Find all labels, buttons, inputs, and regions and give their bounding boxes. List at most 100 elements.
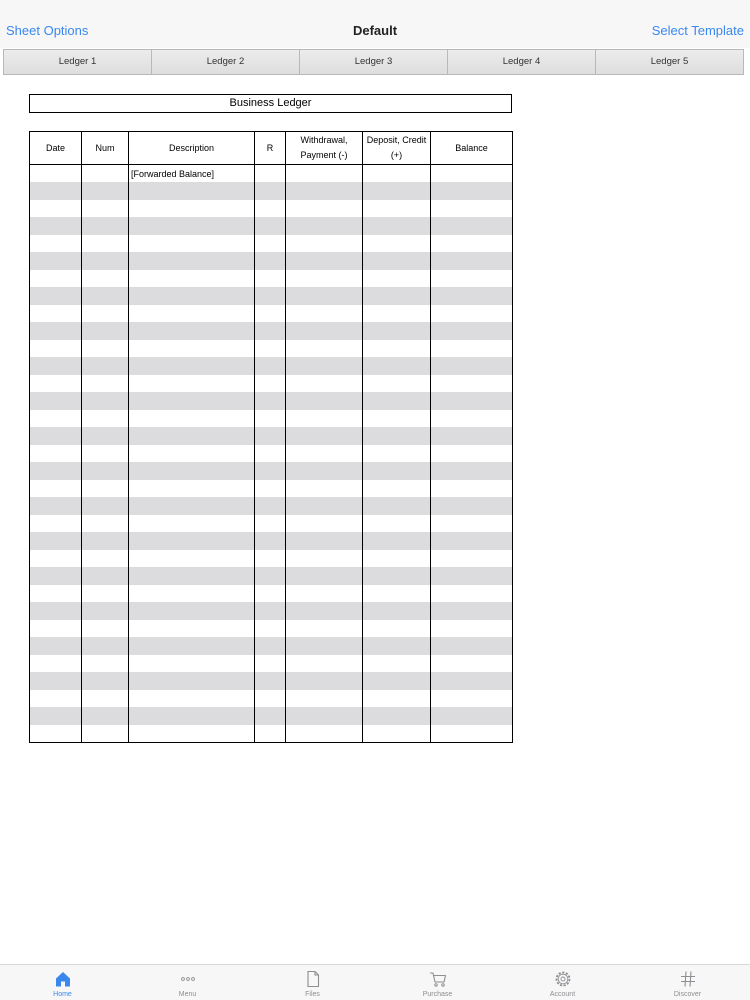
cell-deposit[interactable] xyxy=(362,322,431,340)
cell-deposit[interactable] xyxy=(362,252,431,270)
cell-deposit[interactable] xyxy=(362,409,431,427)
cell-description[interactable] xyxy=(128,269,255,287)
cell-date[interactable] xyxy=(29,532,82,550)
cell-deposit[interactable] xyxy=(362,462,431,480)
cell-withdrawal[interactable] xyxy=(285,479,363,497)
cell-deposit[interactable] xyxy=(362,199,431,217)
cell-withdrawal[interactable] xyxy=(285,409,363,427)
cell-r[interactable] xyxy=(254,287,286,305)
cell-deposit[interactable] xyxy=(362,269,431,287)
cell-deposit[interactable] xyxy=(362,304,431,322)
cell-description[interactable] xyxy=(128,339,255,357)
cell-num[interactable] xyxy=(81,374,129,392)
cell-r[interactable] xyxy=(254,322,286,340)
cell-balance[interactable] xyxy=(430,287,513,305)
tab-ledger-1[interactable]: Ledger 1 xyxy=(4,50,152,74)
cell-date[interactable] xyxy=(29,164,82,182)
select-template-button[interactable]: Select Template xyxy=(652,23,744,38)
cell-r[interactable] xyxy=(254,374,286,392)
cell-date[interactable] xyxy=(29,724,82,743)
cell-date[interactable] xyxy=(29,427,82,445)
cell-description[interactable] xyxy=(128,724,255,743)
cell-num[interactable] xyxy=(81,584,129,602)
cell-description[interactable] xyxy=(128,427,255,445)
cell-deposit[interactable] xyxy=(362,497,431,515)
cell-date[interactable] xyxy=(29,654,82,672)
cell-r[interactable] xyxy=(254,724,286,743)
cell-r[interactable] xyxy=(254,637,286,655)
cell-balance[interactable] xyxy=(430,392,513,410)
cell-r[interactable] xyxy=(254,672,286,690)
cell-num[interactable] xyxy=(81,637,129,655)
cell-num[interactable] xyxy=(81,672,129,690)
cell-description[interactable] xyxy=(128,409,255,427)
cell-balance[interactable] xyxy=(430,584,513,602)
cell-date[interactable] xyxy=(29,234,82,252)
cell-withdrawal[interactable] xyxy=(285,392,363,410)
cell-num[interactable] xyxy=(81,514,129,532)
tab-ledger-3[interactable]: Ledger 3 xyxy=(300,50,448,74)
cell-balance[interactable] xyxy=(430,357,513,375)
cell-r[interactable] xyxy=(254,462,286,480)
cell-withdrawal[interactable] xyxy=(285,567,363,585)
cell-description[interactable] xyxy=(128,217,255,235)
cell-withdrawal[interactable] xyxy=(285,584,363,602)
cell-date[interactable] xyxy=(29,252,82,270)
cell-num[interactable] xyxy=(81,199,129,217)
cell-num[interactable] xyxy=(81,234,129,252)
cell-date[interactable] xyxy=(29,584,82,602)
cell-withdrawal[interactable] xyxy=(285,689,363,707)
cell-num[interactable] xyxy=(81,444,129,462)
cell-deposit[interactable] xyxy=(362,164,431,182)
cell-balance[interactable] xyxy=(430,374,513,392)
cell-deposit[interactable] xyxy=(362,374,431,392)
tab-home[interactable]: Home xyxy=(0,965,125,1000)
cell-withdrawal[interactable] xyxy=(285,182,363,200)
cell-withdrawal[interactable] xyxy=(285,672,363,690)
cell-r[interactable] xyxy=(254,479,286,497)
cell-date[interactable] xyxy=(29,602,82,620)
cell-balance[interactable] xyxy=(430,479,513,497)
cell-date[interactable] xyxy=(29,392,82,410)
cell-withdrawal[interactable] xyxy=(285,374,363,392)
cell-num[interactable] xyxy=(81,479,129,497)
cell-description[interactable] xyxy=(128,584,255,602)
cell-num[interactable] xyxy=(81,532,129,550)
cell-withdrawal[interactable] xyxy=(285,304,363,322)
cell-balance[interactable] xyxy=(430,724,513,743)
cell-description[interactable] xyxy=(128,497,255,515)
cell-description[interactable] xyxy=(128,444,255,462)
cell-balance[interactable] xyxy=(430,217,513,235)
cell-num[interactable] xyxy=(81,182,129,200)
cell-date[interactable] xyxy=(29,357,82,375)
cell-balance[interactable] xyxy=(430,619,513,637)
cell-num[interactable] xyxy=(81,549,129,567)
cell-withdrawal[interactable] xyxy=(285,339,363,357)
cell-num[interactable] xyxy=(81,217,129,235)
cell-deposit[interactable] xyxy=(362,584,431,602)
cell-deposit[interactable] xyxy=(362,339,431,357)
cell-r[interactable] xyxy=(254,549,286,567)
cell-description[interactable] xyxy=(128,462,255,480)
cell-description[interactable] xyxy=(128,304,255,322)
cell-balance[interactable] xyxy=(430,234,513,252)
cell-r[interactable] xyxy=(254,164,286,182)
cell-balance[interactable] xyxy=(430,514,513,532)
cell-balance[interactable] xyxy=(430,339,513,357)
cell-withdrawal[interactable] xyxy=(285,602,363,620)
tab-files[interactable]: Files xyxy=(250,965,375,1000)
cell-deposit[interactable] xyxy=(362,392,431,410)
cell-num[interactable] xyxy=(81,409,129,427)
cell-r[interactable] xyxy=(254,357,286,375)
cell-num[interactable] xyxy=(81,287,129,305)
column-header-balance[interactable]: Balance xyxy=(430,131,513,165)
cell-r[interactable] xyxy=(254,444,286,462)
cell-deposit[interactable] xyxy=(362,514,431,532)
cell-deposit[interactable] xyxy=(362,689,431,707)
cell-withdrawal[interactable] xyxy=(285,637,363,655)
cell-description[interactable] xyxy=(128,182,255,200)
cell-deposit[interactable] xyxy=(362,532,431,550)
cell-date[interactable] xyxy=(29,339,82,357)
cell-deposit[interactable] xyxy=(362,549,431,567)
cell-balance[interactable] xyxy=(430,252,513,270)
